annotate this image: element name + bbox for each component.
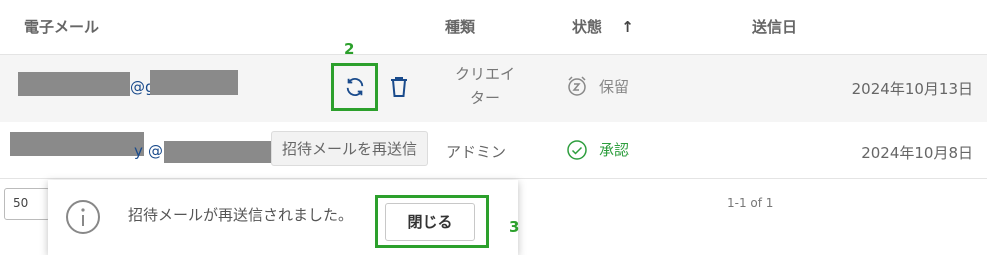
redacted-email-part xyxy=(164,141,272,163)
sort-arrow-icon: ↑ xyxy=(621,18,634,36)
row-status: 承認 xyxy=(599,141,630,159)
annotation-label-step3: 3 xyxy=(509,218,520,236)
row-email-part: @ xyxy=(148,142,163,160)
header-status[interactable]: 状態 ↑ xyxy=(572,16,634,37)
redacted-email-part xyxy=(18,72,130,96)
row-type-line2: ター xyxy=(469,89,500,107)
annotation-box-step3 xyxy=(375,195,489,248)
resend-tooltip: 招待メールを再送信 xyxy=(271,131,429,166)
header-type[interactable]: 種類 xyxy=(445,16,475,37)
row-type: アドミン xyxy=(446,143,507,161)
row-status: 保留 xyxy=(599,78,630,96)
page-size-select[interactable]: 50 xyxy=(4,188,50,220)
info-icon xyxy=(65,199,101,235)
alarm-clock-icon xyxy=(566,75,588,97)
pagination-range: 1-1 of 1 xyxy=(727,196,774,210)
header-email[interactable]: 電子メール xyxy=(24,16,99,37)
header-sent[interactable]: 送信日 xyxy=(752,16,797,37)
row-date: 2024年10月13日 xyxy=(851,80,973,98)
snackbar-message: 招待メールが再送信されました。 xyxy=(128,206,354,224)
check-circle-icon xyxy=(566,139,588,161)
row-date: 2024年10月8日 xyxy=(861,144,973,162)
refresh-icon[interactable] xyxy=(344,76,366,98)
redacted-email-part xyxy=(10,132,144,156)
trash-icon[interactable] xyxy=(388,75,410,99)
header-status-label: 状態 xyxy=(572,18,603,36)
annotation-label-step2: 2 xyxy=(344,40,355,58)
page-size-value: 50 xyxy=(13,196,29,210)
row-email-part: y xyxy=(134,142,143,160)
row-type-line1: クリエイ xyxy=(454,65,515,83)
row-type: クリエイ ター xyxy=(445,62,525,110)
redacted-email-part xyxy=(150,70,238,95)
